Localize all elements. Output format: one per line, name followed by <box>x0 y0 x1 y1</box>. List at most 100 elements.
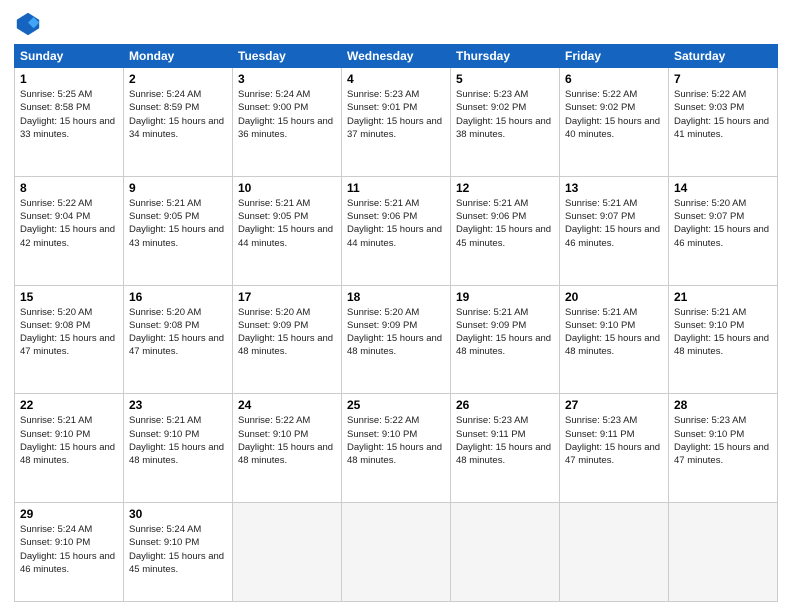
day-info: Sunrise: 5:22 AMSunset: 9:04 PMDaylight:… <box>20 197 118 250</box>
calendar-cell: 6 Sunrise: 5:22 AMSunset: 9:02 PMDaylight… <box>560 68 669 177</box>
day-number: 5 <box>456 72 554 86</box>
day-number: 23 <box>129 398 227 412</box>
day-number: 19 <box>456 290 554 304</box>
logo-icon <box>14 10 42 38</box>
weekday-header-row: SundayMondayTuesdayWednesdayThursdayFrid… <box>15 45 778 68</box>
calendar-cell: 21 Sunrise: 5:21 AMSunset: 9:10 PMDayligh… <box>669 285 778 394</box>
calendar-cell: 1 Sunrise: 5:25 AMSunset: 8:58 PMDaylight… <box>15 68 124 177</box>
calendar-cell: 25 Sunrise: 5:22 AMSunset: 9:10 PMDayligh… <box>342 394 451 503</box>
day-info: Sunrise: 5:21 AMSunset: 9:10 PMDaylight:… <box>129 414 227 467</box>
day-number: 22 <box>20 398 118 412</box>
calendar-cell: 24Sunrise: 5:22 AMSunset: 9:10 PMDayligh… <box>233 394 342 503</box>
day-info: Sunrise: 5:22 AMSunset: 9:03 PMDaylight:… <box>674 88 772 141</box>
day-number: 20 <box>565 290 663 304</box>
day-info: Sunrise: 5:22 AMSunset: 9:02 PMDaylight:… <box>565 88 663 141</box>
calendar-cell: 2 Sunrise: 5:24 AMSunset: 8:59 PMDaylight… <box>124 68 233 177</box>
day-number: 25 <box>347 398 445 412</box>
day-info: Sunrise: 5:20 AMSunset: 9:09 PMDaylight:… <box>347 306 445 359</box>
calendar-cell <box>669 503 778 602</box>
day-number: 9 <box>129 181 227 195</box>
day-number: 11 <box>347 181 445 195</box>
day-number: 16 <box>129 290 227 304</box>
calendar-cell: 10 Sunrise: 5:21 AMSunset: 9:05 PMDayligh… <box>233 176 342 285</box>
calendar-cell: 23 Sunrise: 5:21 AMSunset: 9:10 PMDayligh… <box>124 394 233 503</box>
day-info: Sunrise: 5:23 AMSunset: 9:01 PMDaylight:… <box>347 88 445 141</box>
day-number: 21 <box>674 290 772 304</box>
calendar-cell: 29 Sunrise: 5:24 AMSunset: 9:10 PMDayligh… <box>15 503 124 602</box>
calendar-cell <box>233 503 342 602</box>
calendar-table: SundayMondayTuesdayWednesdayThursdayFrid… <box>14 44 778 602</box>
day-info: Sunrise: 5:21 AMSunset: 9:10 PMDaylight:… <box>20 414 118 467</box>
week-row-5: 29 Sunrise: 5:24 AMSunset: 9:10 PMDayligh… <box>15 503 778 602</box>
weekday-header-saturday: Saturday <box>669 45 778 68</box>
day-info: Sunrise: 5:23 AMSunset: 9:02 PMDaylight:… <box>456 88 554 141</box>
calendar-cell: 12 Sunrise: 5:21 AMSunset: 9:06 PMDayligh… <box>451 176 560 285</box>
day-info: Sunrise: 5:24 AMSunset: 9:00 PMDaylight:… <box>238 88 336 141</box>
weekday-header-thursday: Thursday <box>451 45 560 68</box>
header <box>14 10 778 38</box>
week-row-1: 1 Sunrise: 5:25 AMSunset: 8:58 PMDaylight… <box>15 68 778 177</box>
weekday-header-sunday: Sunday <box>15 45 124 68</box>
calendar-cell: 16 Sunrise: 5:20 AMSunset: 9:08 PMDayligh… <box>124 285 233 394</box>
calendar-cell <box>451 503 560 602</box>
week-row-2: 8Sunrise: 5:22 AMSunset: 9:04 PMDaylight… <box>15 176 778 285</box>
calendar-cell: 27Sunrise: 5:23 AMSunset: 9:11 PMDayligh… <box>560 394 669 503</box>
day-number: 1 <box>20 72 118 86</box>
day-info: Sunrise: 5:20 AMSunset: 9:07 PMDaylight:… <box>674 197 772 250</box>
day-number: 2 <box>129 72 227 86</box>
day-info: Sunrise: 5:24 AMSunset: 8:59 PMDaylight:… <box>129 88 227 141</box>
calendar-cell: 8Sunrise: 5:22 AMSunset: 9:04 PMDaylight… <box>15 176 124 285</box>
day-number: 13 <box>565 181 663 195</box>
weekday-header-wednesday: Wednesday <box>342 45 451 68</box>
day-info: Sunrise: 5:20 AMSunset: 9:08 PMDaylight:… <box>129 306 227 359</box>
calendar-cell: 11 Sunrise: 5:21 AMSunset: 9:06 PMDayligh… <box>342 176 451 285</box>
day-info: Sunrise: 5:23 AMSunset: 9:11 PMDaylight:… <box>456 414 554 467</box>
weekday-header-tuesday: Tuesday <box>233 45 342 68</box>
day-number: 10 <box>238 181 336 195</box>
day-number: 6 <box>565 72 663 86</box>
day-number: 18 <box>347 290 445 304</box>
calendar-cell: 13 Sunrise: 5:21 AMSunset: 9:07 PMDayligh… <box>560 176 669 285</box>
day-info: Sunrise: 5:21 AMSunset: 9:07 PMDaylight:… <box>565 197 663 250</box>
calendar-cell: 14Sunrise: 5:20 AMSunset: 9:07 PMDayligh… <box>669 176 778 285</box>
day-info: Sunrise: 5:25 AMSunset: 8:58 PMDaylight:… <box>20 88 118 141</box>
day-number: 29 <box>20 507 118 521</box>
day-number: 27 <box>565 398 663 412</box>
weekday-header-monday: Monday <box>124 45 233 68</box>
logo <box>14 10 46 38</box>
week-row-3: 15 Sunrise: 5:20 AMSunset: 9:08 PMDayligh… <box>15 285 778 394</box>
day-info: Sunrise: 5:21 AMSunset: 9:05 PMDaylight:… <box>129 197 227 250</box>
calendar-cell: 19 Sunrise: 5:21 AMSunset: 9:09 PMDayligh… <box>451 285 560 394</box>
weekday-header-friday: Friday <box>560 45 669 68</box>
day-info: Sunrise: 5:21 AMSunset: 9:05 PMDaylight:… <box>238 197 336 250</box>
calendar-cell <box>560 503 669 602</box>
day-number: 17 <box>238 290 336 304</box>
day-number: 4 <box>347 72 445 86</box>
day-info: Sunrise: 5:21 AMSunset: 9:06 PMDaylight:… <box>456 197 554 250</box>
day-info: Sunrise: 5:20 AMSunset: 9:08 PMDaylight:… <box>20 306 118 359</box>
day-info: Sunrise: 5:22 AMSunset: 9:10 PMDaylight:… <box>347 414 445 467</box>
calendar-cell: 22 Sunrise: 5:21 AMSunset: 9:10 PMDayligh… <box>15 394 124 503</box>
day-info: Sunrise: 5:21 AMSunset: 9:10 PMDaylight:… <box>674 306 772 359</box>
day-number: 26 <box>456 398 554 412</box>
day-number: 7 <box>674 72 772 86</box>
day-info: Sunrise: 5:21 AMSunset: 9:09 PMDaylight:… <box>456 306 554 359</box>
week-row-4: 22 Sunrise: 5:21 AMSunset: 9:10 PMDayligh… <box>15 394 778 503</box>
day-info: Sunrise: 5:24 AMSunset: 9:10 PMDaylight:… <box>20 523 118 576</box>
calendar-cell: 20 Sunrise: 5:21 AMSunset: 9:10 PMDayligh… <box>560 285 669 394</box>
day-info: Sunrise: 5:20 AMSunset: 9:09 PMDaylight:… <box>238 306 336 359</box>
calendar-cell: 28Sunrise: 5:23 AMSunset: 9:10 PMDayligh… <box>669 394 778 503</box>
day-number: 30 <box>129 507 227 521</box>
calendar-cell: 3 Sunrise: 5:24 AMSunset: 9:00 PMDaylight… <box>233 68 342 177</box>
day-number: 28 <box>674 398 772 412</box>
day-number: 15 <box>20 290 118 304</box>
day-number: 12 <box>456 181 554 195</box>
day-number: 3 <box>238 72 336 86</box>
calendar-cell: 15 Sunrise: 5:20 AMSunset: 9:08 PMDayligh… <box>15 285 124 394</box>
calendar-cell: 7 Sunrise: 5:22 AMSunset: 9:03 PMDaylight… <box>669 68 778 177</box>
day-info: Sunrise: 5:24 AMSunset: 9:10 PMDaylight:… <box>129 523 227 576</box>
page: SundayMondayTuesdayWednesdayThursdayFrid… <box>0 0 792 612</box>
day-info: Sunrise: 5:21 AMSunset: 9:10 PMDaylight:… <box>565 306 663 359</box>
day-info: Sunrise: 5:21 AMSunset: 9:06 PMDaylight:… <box>347 197 445 250</box>
calendar-cell <box>342 503 451 602</box>
